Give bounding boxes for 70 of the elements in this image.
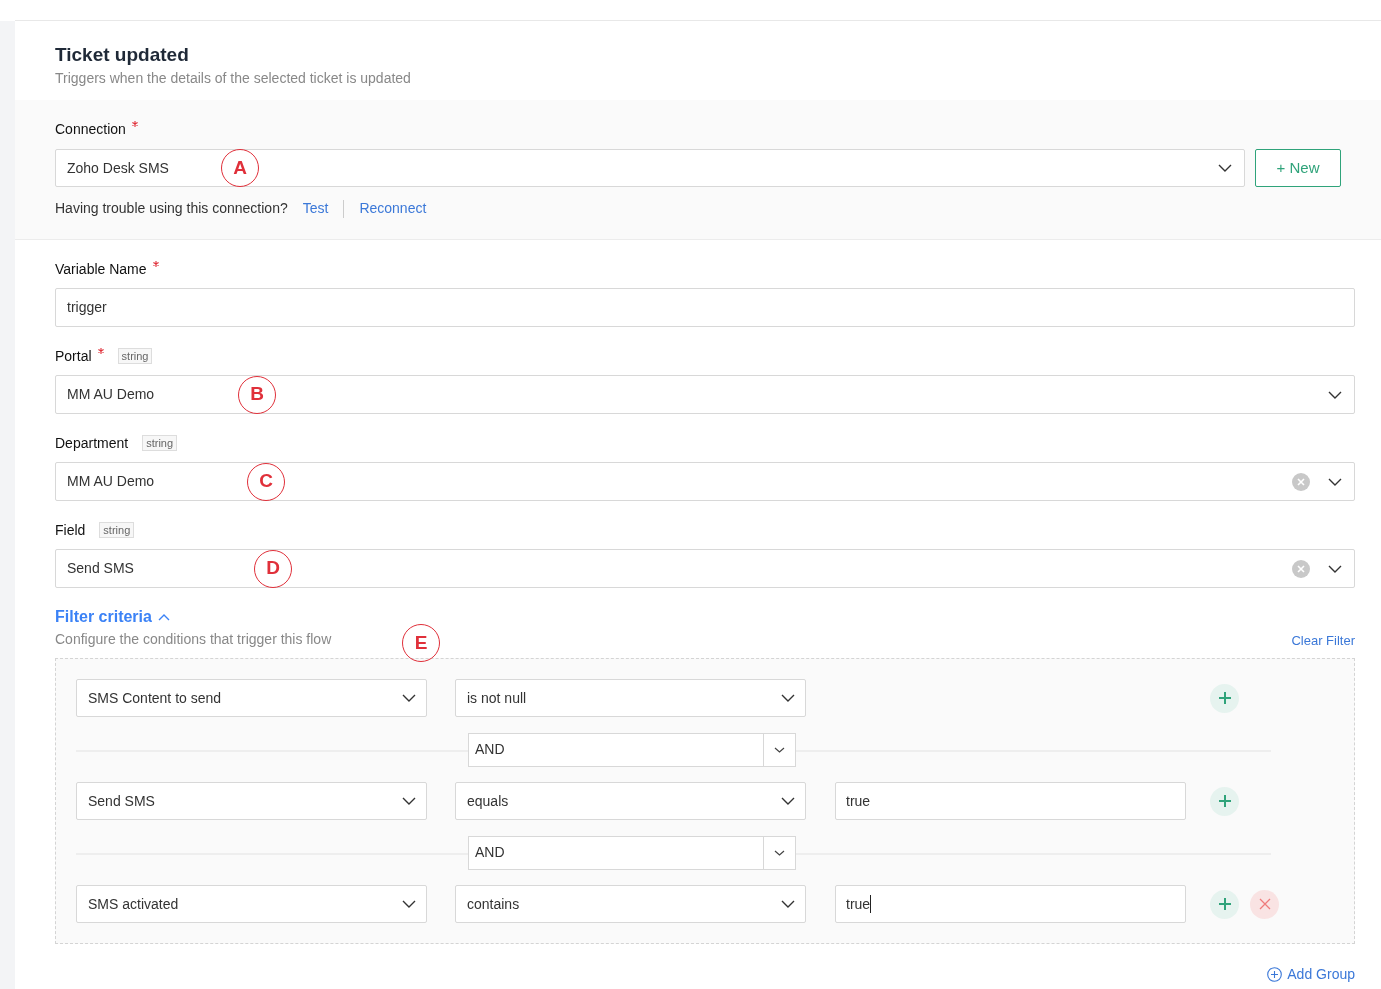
select-value: Zoho Desk SMS bbox=[67, 158, 169, 178]
help-text: Having trouble using this connection? bbox=[55, 199, 288, 218]
field-label: Variable Name bbox=[55, 259, 147, 279]
field-label: Connection bbox=[55, 119, 126, 139]
type-tag: string bbox=[99, 522, 135, 538]
select-value: SMS Content to send bbox=[88, 688, 223, 708]
input-value: true bbox=[846, 791, 871, 811]
field-select[interactable]: SMS activated bbox=[76, 885, 427, 923]
select-value: Send SMS bbox=[88, 791, 156, 811]
clear-icon[interactable] bbox=[1292, 472, 1310, 491]
filter-description: Configure the conditions that trigger this flow bbox=[55, 630, 332, 649]
field-select[interactable]: SMS Content to send bbox=[76, 679, 427, 717]
add-condition-button[interactable] bbox=[1210, 889, 1239, 919]
remove-condition-button[interactable] bbox=[1250, 889, 1279, 919]
add-group-link[interactable]: Add Group bbox=[1267, 964, 1355, 985]
chevron-down-icon bbox=[402, 900, 416, 908]
section-subtitle: Triggers when the details of the selected ticket is updated bbox=[55, 69, 412, 88]
select-value: AND bbox=[474, 740, 506, 759]
chevron-down-icon bbox=[1328, 477, 1342, 486]
dropdown-select[interactable]: MM AU Demo C bbox=[55, 462, 1355, 501]
operator-select[interactable]: is not null bbox=[455, 679, 806, 717]
plus-icon bbox=[1217, 897, 1232, 911]
select-value: SMS activated bbox=[88, 894, 180, 914]
field-select[interactable]: Send SMS bbox=[76, 782, 427, 820]
chevron-down-icon bbox=[774, 746, 785, 753]
chevron-down-icon bbox=[781, 797, 795, 805]
value-input[interactable]: true bbox=[835, 782, 1186, 820]
text-input[interactable]: trigger bbox=[55, 288, 1355, 327]
type-tag: string bbox=[142, 435, 178, 451]
chevron-down-icon bbox=[774, 849, 785, 856]
operator-select[interactable]: equals bbox=[455, 782, 806, 820]
field-label: Department bbox=[55, 433, 129, 453]
chevron-down-icon bbox=[781, 900, 795, 908]
chevron-down-icon bbox=[1218, 164, 1232, 172]
select-value: AND bbox=[474, 843, 506, 862]
close-icon bbox=[1258, 898, 1271, 910]
plus-circle-icon bbox=[1267, 967, 1283, 982]
add-condition-button[interactable] bbox=[1210, 683, 1239, 713]
dropdown-select[interactable]: Send SMS D bbox=[55, 549, 1355, 588]
filter-criteria-toggle[interactable]: Filter criteria bbox=[55, 605, 152, 629]
connection-select[interactable]: Zoho Desk SMS A bbox=[55, 149, 1245, 187]
connection-link[interactable]: Reconnect bbox=[359, 198, 427, 219]
input-value: true bbox=[846, 894, 871, 914]
connector-select[interactable]: AND bbox=[468, 835, 796, 870]
connection-link[interactable]: Test bbox=[302, 198, 329, 219]
add-condition-button[interactable] bbox=[1210, 786, 1239, 816]
plus-icon bbox=[1217, 794, 1232, 808]
clear-filter-link[interactable]: Clear Filter bbox=[1291, 630, 1355, 650]
value-input[interactable]: true bbox=[835, 885, 1186, 923]
connector-select[interactable]: AND bbox=[468, 732, 796, 767]
chevron-up-icon[interactable] bbox=[157, 613, 170, 621]
chevron-down-icon bbox=[781, 694, 795, 702]
select-value: MM AU Demo bbox=[67, 472, 155, 491]
select-value: is not null bbox=[467, 688, 528, 708]
clear-icon[interactable] bbox=[1292, 559, 1310, 578]
chevron-down-icon bbox=[402, 797, 416, 805]
field-label: Portal bbox=[55, 346, 92, 366]
chevron-down-icon bbox=[1328, 564, 1342, 573]
operator-select[interactable]: contains bbox=[455, 885, 806, 923]
dropdown-select[interactable]: MM AU Demo B bbox=[55, 375, 1355, 414]
select-value: contains bbox=[467, 894, 521, 914]
select-value: MM AU Demo bbox=[67, 385, 155, 404]
chevron-down-icon bbox=[402, 694, 416, 702]
select-value: Send SMS bbox=[67, 559, 134, 578]
type-tag: string bbox=[117, 348, 153, 364]
select-value: equals bbox=[467, 791, 510, 811]
plus-icon bbox=[1217, 691, 1232, 705]
chevron-down-icon bbox=[1328, 390, 1342, 399]
section-title: Ticket updated bbox=[55, 43, 190, 67]
field-label: Field bbox=[55, 520, 86, 540]
